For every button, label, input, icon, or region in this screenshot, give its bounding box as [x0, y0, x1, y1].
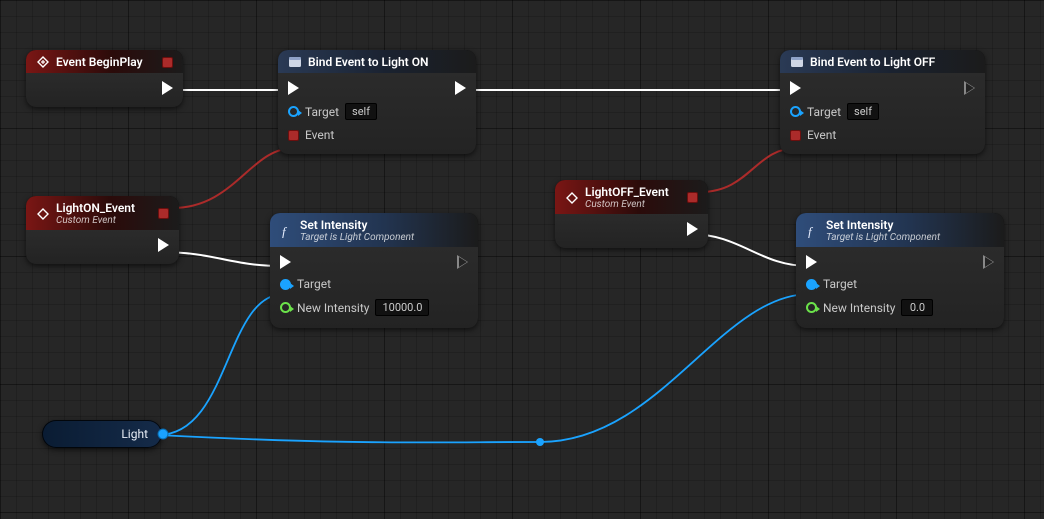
event-delegate-pin[interactable] [790, 130, 801, 141]
target-pin[interactable] [288, 106, 299, 117]
delegate-out-pin[interactable] [158, 208, 169, 219]
pin-label: Target [807, 105, 841, 119]
pin-label: New Intensity [297, 301, 369, 315]
node-subtitle: Target is Light Component [826, 232, 940, 243]
node-title: Set Intensity [300, 218, 414, 232]
node-bind-light-off[interactable]: Bind Event to Light OFF Target self Even… [780, 50, 985, 154]
exec-in-pin[interactable] [806, 255, 817, 269]
bind-icon [790, 55, 804, 69]
node-header[interactable]: f Set Intensity Target is Light Componen… [796, 213, 1004, 247]
node-set-intensity-off[interactable]: f Set Intensity Target is Light Componen… [796, 213, 1004, 328]
node-title: Event BeginPlay [56, 55, 143, 69]
target-pin[interactable] [806, 279, 817, 290]
exec-out-pin[interactable] [455, 81, 466, 95]
exec-out-pin[interactable] [457, 255, 468, 269]
svg-text:f: f [282, 224, 288, 238]
node-header[interactable]: Bind Event to Light OFF [780, 50, 985, 73]
new-intensity-value[interactable]: 0.0 [901, 299, 933, 316]
node-title: Bind Event to Light OFF [810, 55, 935, 69]
new-intensity-value[interactable]: 10000.0 [375, 299, 429, 316]
node-event-beginplay[interactable]: Event BeginPlay [26, 50, 183, 107]
node-title: LightON_Event [56, 201, 135, 215]
value-out-pin[interactable] [158, 429, 169, 440]
node-title: Bind Event to Light ON [308, 55, 428, 69]
node-header[interactable]: LightOFF_Event Custom Event [555, 180, 708, 214]
exec-in-pin[interactable] [790, 81, 801, 95]
exec-out-pin[interactable] [983, 255, 994, 269]
exec-out-pin[interactable] [687, 222, 698, 236]
event-icon [565, 191, 579, 205]
node-lighton-event[interactable]: LightON_Event Custom Event [26, 196, 179, 264]
pin-label: New Intensity [823, 301, 895, 315]
node-header[interactable]: LightON_Event Custom Event [26, 196, 179, 230]
node-bind-light-on[interactable]: Bind Event to Light ON Target self Event [278, 50, 476, 154]
node-title: LightOFF_Event [585, 185, 669, 199]
new-intensity-pin[interactable] [806, 302, 817, 313]
new-intensity-pin[interactable] [280, 302, 291, 313]
pin-label: Target [305, 105, 339, 119]
delegate-out-pin[interactable] [687, 192, 698, 203]
node-title: Set Intensity [826, 218, 940, 232]
target-value[interactable]: self [847, 103, 879, 120]
pin-label: Event [305, 128, 334, 142]
pin-label: Event [807, 128, 836, 142]
event-delegate-pin[interactable] [288, 130, 299, 141]
event-icon [36, 55, 50, 69]
node-header[interactable]: Bind Event to Light ON [278, 50, 476, 73]
variable-label: Light [121, 427, 148, 441]
node-header[interactable]: Event BeginPlay [26, 50, 183, 73]
delegate-out-pin[interactable] [162, 57, 173, 68]
node-lightoff-event[interactable]: LightOFF_Event Custom Event [555, 180, 708, 248]
target-pin[interactable] [790, 106, 801, 117]
event-icon [36, 207, 50, 221]
function-icon: f [806, 224, 820, 238]
pin-label: Target [297, 277, 331, 291]
exec-in-pin[interactable] [280, 255, 291, 269]
exec-out-pin[interactable] [158, 238, 169, 252]
target-pin[interactable] [280, 279, 291, 290]
node-variable-light[interactable]: Light [42, 420, 162, 448]
node-set-intensity-on[interactable]: f Set Intensity Target is Light Componen… [270, 213, 478, 328]
node-subtitle: Target is Light Component [300, 232, 414, 243]
node-subtitle: Custom Event [585, 199, 669, 210]
svg-text:f: f [808, 224, 814, 238]
exec-in-pin[interactable] [288, 81, 299, 95]
function-icon: f [280, 224, 294, 238]
target-value[interactable]: self [345, 103, 377, 120]
exec-out-pin[interactable] [964, 81, 975, 95]
bind-icon [288, 55, 302, 69]
exec-out-pin[interactable] [162, 81, 173, 95]
pin-label: Target [823, 277, 857, 291]
node-header[interactable]: f Set Intensity Target is Light Componen… [270, 213, 478, 247]
node-subtitle: Custom Event [56, 215, 135, 226]
